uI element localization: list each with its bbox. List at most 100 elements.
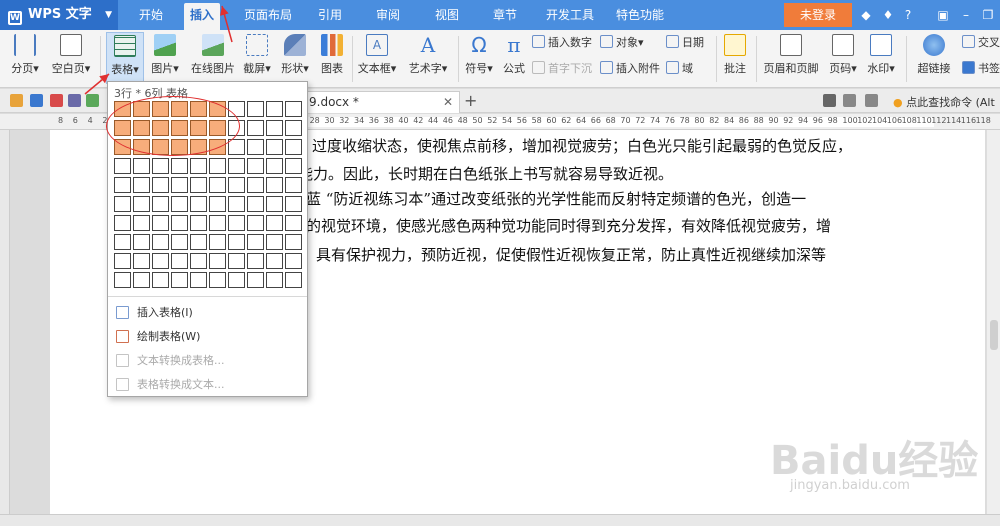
table-button[interactable]: 表格▾ [106,32,144,84]
table-grid-cell[interactable] [152,196,169,212]
blank-page-button[interactable]: 空白页▾ [48,32,94,84]
table-grid-cell[interactable] [171,215,188,231]
open-icon[interactable] [10,94,23,107]
table-grid-cell[interactable] [266,120,283,136]
vertical-ruler[interactable] [0,130,10,514]
table-grid-cell[interactable] [266,177,283,193]
table-grid-cell[interactable] [152,177,169,193]
table-grid-cell[interactable] [209,253,226,269]
table-grid-cell[interactable] [228,234,245,250]
table-grid-cell[interactable] [190,196,207,212]
table-grid-cell[interactable] [266,101,283,117]
field-button[interactable]: 域 [666,60,693,78]
menu-item-insert-table[interactable]: 插入表格(I) [116,303,193,323]
skin-icon[interactable]: ◆ [858,7,874,23]
table-grid-cell[interactable] [133,158,150,174]
menu-item-draw-table[interactable]: 绘制表格(W) [116,327,200,347]
window-upload-icon[interactable]: ▣ [935,7,951,23]
table-grid-cell[interactable] [190,272,207,288]
table-grid-cell[interactable] [171,177,188,193]
table-grid-cell[interactable] [266,253,283,269]
find-command-box[interactable]: ● 点此查找命令 (Alt [893,94,995,110]
tab-references[interactable]: 引用 [312,0,348,30]
table-grid-cell[interactable] [190,215,207,231]
screenshot-button[interactable]: 截屏▾ [242,32,272,84]
table-grid-cell[interactable] [209,177,226,193]
table-grid-cell[interactable] [247,272,264,288]
page-break-button[interactable]: 分页▾ [8,32,42,84]
table-grid-cell[interactable] [247,139,264,155]
table-grid-cell[interactable] [209,234,226,250]
table-grid-cell[interactable] [285,139,302,155]
table-grid-cell[interactable] [190,253,207,269]
table-grid-cell[interactable] [247,234,264,250]
tab-home[interactable]: 开始 [133,0,169,30]
table-grid-cell[interactable] [171,234,188,250]
chart-button[interactable]: 图表 [318,32,346,84]
print-icon[interactable] [68,94,81,107]
table-grid-cell[interactable] [285,120,302,136]
table-grid-cell[interactable] [285,272,302,288]
restore-icon[interactable]: ❐ [980,7,996,23]
table-grid-cell[interactable] [247,101,264,117]
table-grid-cell[interactable] [171,253,188,269]
save-icon[interactable] [30,94,43,107]
table-grid-cell[interactable] [209,158,226,174]
table-grid-cell[interactable] [190,177,207,193]
table-grid-cell[interactable] [266,196,283,212]
table-grid-cell[interactable] [285,253,302,269]
minimize-icon[interactable]: – [958,7,974,23]
table-grid-cell[interactable] [133,272,150,288]
table-grid-cell[interactable] [247,196,264,212]
tab-chapter[interactable]: 章节 [487,0,523,30]
drop-cap-button[interactable]: 首字下沉 [532,60,592,78]
table-grid-cell[interactable] [171,158,188,174]
mode-icon[interactable] [843,94,856,107]
pdf-icon[interactable] [50,94,63,107]
formula-button[interactable]: π 公式 [500,32,528,84]
table-grid-cell[interactable] [133,215,150,231]
close-icon[interactable]: ✕ [443,92,453,112]
settings-icon[interactable] [865,94,878,107]
table-grid-cell[interactable] [209,196,226,212]
table-grid-cell[interactable] [209,215,226,231]
table-grid-cell[interactable] [152,234,169,250]
page-number-button[interactable]: 页码▾ [826,32,860,84]
preview-icon[interactable] [86,94,99,107]
table-grid-cell[interactable] [285,177,302,193]
table-grid-cell[interactable] [285,158,302,174]
wordart-button[interactable]: A 艺术字▾ [404,32,452,84]
table-grid-cell[interactable] [247,177,264,193]
table-grid-cell[interactable] [114,196,131,212]
table-grid-cell[interactable] [247,215,264,231]
table-grid-cell[interactable] [247,158,264,174]
table-grid-cell[interactable] [152,253,169,269]
layout-icon[interactable] [823,94,836,107]
table-grid-cell[interactable] [266,215,283,231]
online-picture-button[interactable]: 在线图片 [188,32,238,84]
table-grid-cell[interactable] [285,101,302,117]
object-button[interactable]: 对象▾ [600,34,644,52]
menu-item-table-to-text[interactable]: 表格转换成文本... [116,375,225,395]
table-grid-cell[interactable] [285,234,302,250]
attachment-button[interactable]: 插入附件 [600,60,660,78]
table-grid-cell[interactable] [228,196,245,212]
table-grid-cell[interactable] [114,272,131,288]
table-grid-cell[interactable] [133,177,150,193]
table-grid-cell[interactable] [171,196,188,212]
tab-review[interactable]: 审阅 [370,0,406,30]
table-grid-cell[interactable] [285,196,302,212]
table-grid-cell[interactable] [133,234,150,250]
table-grid-cell[interactable] [114,253,131,269]
help-icon[interactable]: ? [900,7,916,23]
comment-button[interactable]: 批注 [720,32,750,84]
table-grid-cell[interactable] [247,253,264,269]
table-grid-cell[interactable] [152,215,169,231]
table-grid-cell[interactable] [266,139,283,155]
table-grid-cell[interactable] [171,272,188,288]
tab-page-layout[interactable]: 页面布局 [238,0,298,30]
table-grid-cell[interactable] [133,253,150,269]
tab-insert[interactable]: 插入 [184,3,221,30]
table-grid-cell[interactable] [228,177,245,193]
table-grid-cell[interactable] [228,253,245,269]
